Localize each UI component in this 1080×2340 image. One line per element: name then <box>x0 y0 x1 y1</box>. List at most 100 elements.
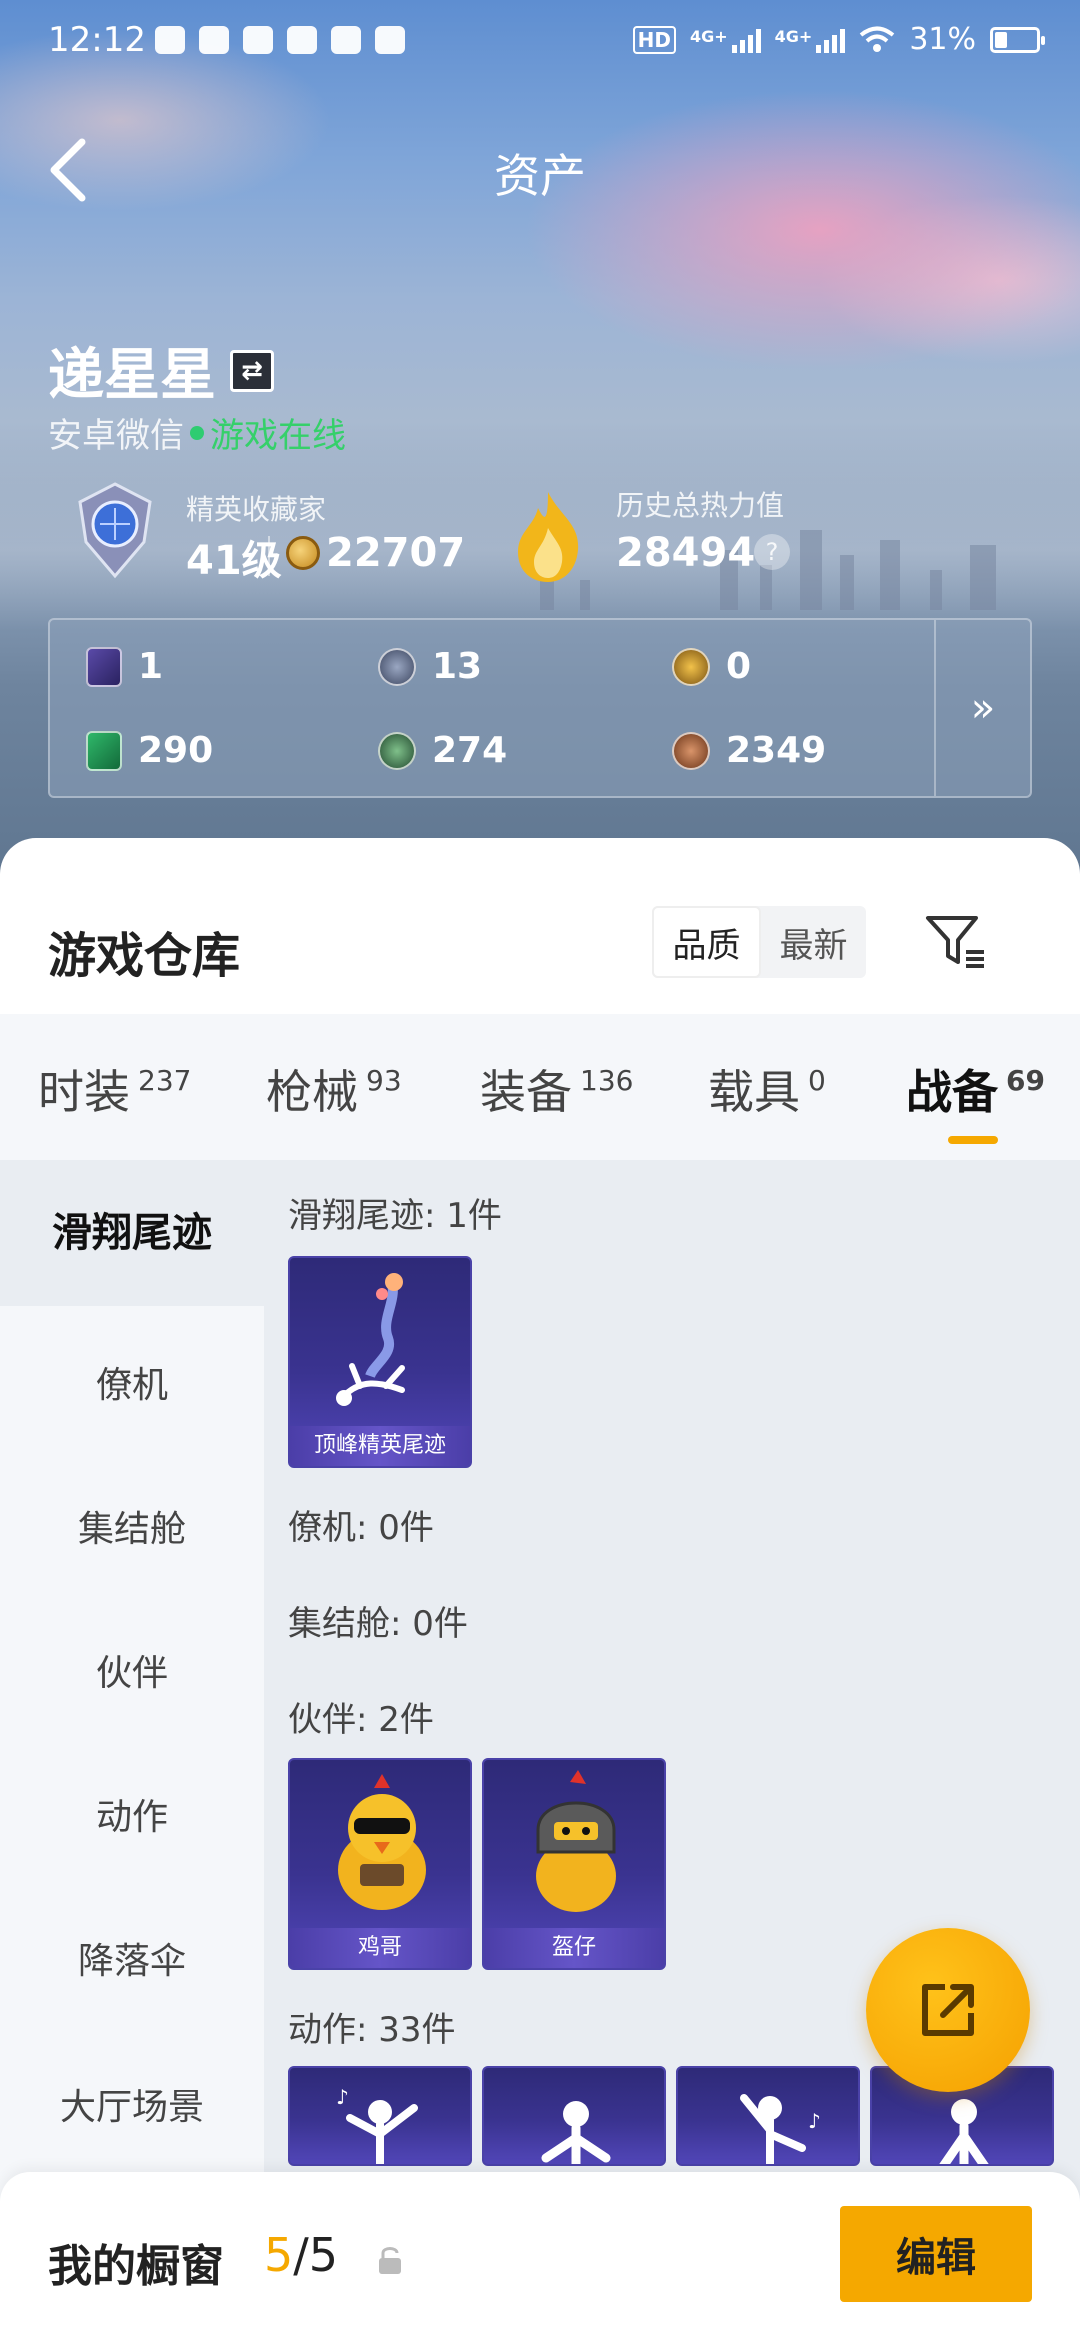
sidebar-item-parachute[interactable]: 降落伞 <box>0 1932 264 1984</box>
platform-status: 安卓微信 游戏在线 <box>48 408 346 457</box>
tab-label: 载具 <box>708 1065 800 1119</box>
online-status: 游戏在线 <box>210 416 346 456</box>
currency-item: 2349 <box>672 730 826 771</box>
switch-account-icon[interactable]: ⇄ <box>230 349 274 392</box>
signal-bars-2-icon <box>816 27 846 53</box>
heat-value: 28494 <box>616 530 756 576</box>
bird-app-icon <box>287 26 317 54</box>
section-title-partner: 伙伴: 2件 <box>288 1700 434 1740</box>
sidebar-item-partner[interactable]: 伙伴 <box>0 1644 264 1696</box>
share-icon <box>922 1984 974 2036</box>
green-ticket-icon <box>86 730 122 771</box>
currency-item: 0 <box>672 646 751 687</box>
platform-label: 安卓微信 <box>48 416 184 456</box>
online-dot-icon <box>190 425 204 440</box>
emote-pose-icon: ♪ <box>336 2085 418 2164</box>
signal-1: 4G+ <box>690 27 761 53</box>
currency-panel[interactable]: 1 13 0 290 274 2349 » <box>48 618 1032 798</box>
currency-item: 13 <box>378 646 482 687</box>
currency-value: 274 <box>432 730 508 771</box>
currency-item: 1 <box>86 646 163 687</box>
svg-text:♪: ♪ <box>336 2085 349 2109</box>
network-label-2: 4G+ <box>774 26 813 46</box>
player-name-row: 递星星 ⇄ <box>48 330 274 411</box>
section-title-assembly: 集结舱: 0件 <box>288 1604 468 1644</box>
tab-count: 237 <box>138 1064 192 1097</box>
item-name: 顶峰精英尾迹 <box>290 1426 470 1466</box>
item-card[interactable]: 顶峰精英尾迹 <box>288 1256 472 1468</box>
currency-value: 2349 <box>726 730 827 771</box>
tab-count: 0 <box>808 1064 826 1097</box>
tab-label: 时装 <box>38 1065 130 1119</box>
status-bar: 12:12 HD 4G+ 4G+ 31% <box>0 0 1080 90</box>
sidebar-item-wingman[interactable]: 僚机 <box>0 1356 264 1408</box>
collector-label: 精英收藏家 <box>186 493 327 526</box>
showcase-total: 5 <box>308 2228 339 2282</box>
battery-percent: 31% <box>909 22 976 57</box>
sort-option-newest[interactable]: 最新 <box>761 906 866 978</box>
showcase-bar: 我的橱窗 5/5 编辑 <box>0 2172 1080 2340</box>
item-card[interactable] <box>482 2066 666 2166</box>
help-icon[interactable]: ? <box>754 534 790 570</box>
showcase-label: 我的橱窗 <box>48 2241 224 2292</box>
emote-pose-icon: ♪ <box>740 2094 821 2164</box>
warehouse-sheet: 游戏仓库 品质 最新 时装 237 枪械 93 装备 136 载具 0 战备 69 滑翔尾… <box>0 838 1080 2340</box>
sort-option-quality[interactable]: 品质 <box>652 906 761 978</box>
showcase-count: 5/5 <box>264 2228 338 2282</box>
tab-count: 93 <box>366 1064 402 1097</box>
hd-icon: HD <box>632 25 676 54</box>
item-card[interactable]: 盔仔 <box>482 1758 666 1970</box>
currency-item: 274 <box>378 730 507 771</box>
subcategory-sidebar: 滑翔尾迹 僚机 集结舱 伙伴 动作 降落伞 大厅场景 <box>0 1160 264 2220</box>
loop-app-icon <box>375 26 405 54</box>
silver-coin-icon <box>378 647 416 686</box>
item-card[interactable]: ♪ <box>288 2066 472 2166</box>
tab-combat-gear[interactable]: 战备 69 <box>906 1056 1045 1122</box>
svg-text:♪: ♪ <box>808 2109 821 2133</box>
tab-equipment[interactable]: 装备 136 <box>480 1056 633 1122</box>
signal-2: 4G+ <box>775 27 846 53</box>
tab-label: 装备 <box>480 1065 572 1119</box>
mail-app-icon <box>199 26 229 54</box>
elite-collector-badge-icon <box>78 482 152 579</box>
currency-value: 13 <box>432 646 483 687</box>
currency-more-button[interactable]: » <box>934 620 1030 796</box>
tab-count: 69 <box>1006 1064 1045 1097</box>
sidebar-item-emote[interactable]: 动作 <box>0 1788 264 1840</box>
item-card[interactable]: 鸡哥 <box>288 1758 472 1970</box>
green-coin-icon <box>378 731 416 770</box>
tab-fashion[interactable]: 时装 237 <box>38 1056 191 1122</box>
collector-points: 22707 <box>326 530 466 576</box>
page-title: 资产 <box>494 149 586 203</box>
player-name: 递星星 <box>48 343 216 408</box>
emote-pose-icon <box>541 2101 611 2164</box>
currency-value: 0 <box>726 646 752 687</box>
currency-item: 290 <box>86 730 213 771</box>
tab-firearms[interactable]: 枪械 93 <box>266 1056 402 1122</box>
showcase-current: 5 <box>264 2228 294 2282</box>
share-button[interactable] <box>866 1928 1030 2092</box>
chicken-partner-icon <box>338 1774 426 1910</box>
stat-divider <box>268 536 270 576</box>
crown-app-icon <box>155 26 185 54</box>
gold-coin-icon <box>672 647 710 686</box>
tab-vehicles[interactable]: 载具 0 <box>708 1056 826 1122</box>
collector-points-row: 22707 <box>286 530 465 576</box>
sidebar-item-assembly-pod[interactable]: 集结舱 <box>0 1500 264 1552</box>
sidebar-item-lobby-scene[interactable]: 大厅场景 <box>0 2078 264 2130</box>
notification-icons <box>155 26 405 54</box>
wifi-icon <box>860 26 895 52</box>
item-name: 鸡哥 <box>290 1928 470 1968</box>
lock-icon <box>379 2247 401 2274</box>
item-card[interactable]: ♪ <box>676 2066 860 2166</box>
active-tab-indicator <box>948 1136 998 1144</box>
signal-bars-1-icon <box>731 27 761 53</box>
edit-button[interactable]: 编辑 <box>840 2206 1032 2302</box>
sidebar-item-glide-trail[interactable]: 滑翔尾迹 <box>0 1160 264 1306</box>
sort-toggle: 品质 最新 <box>652 906 866 978</box>
section-title-emote: 动作: 33件 <box>288 2010 456 2050</box>
battery-icon <box>990 26 1045 53</box>
filter-icon[interactable] <box>922 908 988 974</box>
tab-count: 136 <box>580 1064 634 1097</box>
play-app-icon <box>331 26 361 54</box>
